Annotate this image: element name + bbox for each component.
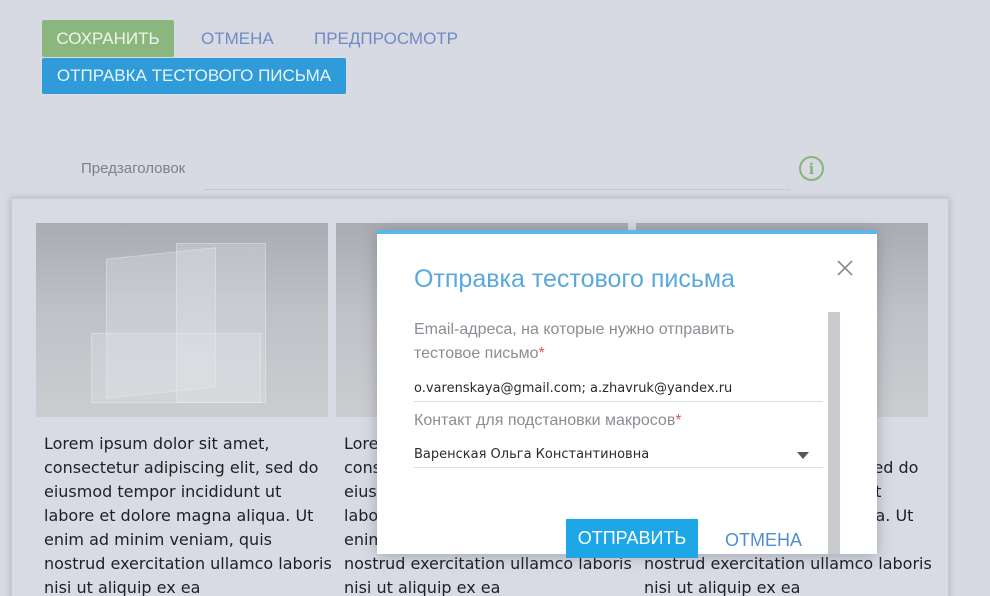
content-text-block[interactable]: Lorem ipsum dolor sit amet, consectetur …	[44, 432, 336, 596]
send-button[interactable]: ОТПРАВИТЬ	[566, 519, 698, 558]
email-addresses-label: Email-адреса, на которые нужно отправить…	[414, 321, 735, 362]
cancel-link[interactable]: ОТМЕНА	[201, 29, 274, 49]
dialog-cancel-link[interactable]: ОТМЕНА	[725, 530, 802, 551]
dialog-scrollbar[interactable]	[828, 312, 840, 554]
preheader-label: Предзаголовок	[81, 160, 186, 177]
required-mark: *	[675, 412, 682, 429]
content-image[interactable]	[36, 223, 328, 417]
preheader-input[interactable]	[204, 189, 790, 190]
contact-select[interactable]: Варенская Ольга Константиновна	[414, 442, 823, 468]
email-addresses-input[interactable]: o.varenskaya@gmail.com; a.zhavruk@yandex…	[414, 376, 823, 402]
save-button[interactable]: СОХРАНИТЬ	[42, 20, 174, 57]
chevron-down-icon[interactable]	[797, 452, 809, 459]
contact-label: Контакт для подстановки макросов*	[414, 412, 682, 429]
preview-link[interactable]: ПРЕДПРОСМОТР	[314, 29, 458, 49]
close-icon[interactable]	[835, 258, 855, 278]
dialog-title: Отправка тестового письма	[414, 265, 735, 293]
info-icon[interactable]: i	[799, 156, 824, 181]
required-mark: *	[538, 345, 545, 362]
send-test-email-dialog: Отправка тестового письма Email-адреса, …	[377, 230, 877, 558]
send-test-email-button[interactable]: ОТПРАВКА ТЕСТОВОГО ПИСЬМА	[42, 58, 346, 94]
